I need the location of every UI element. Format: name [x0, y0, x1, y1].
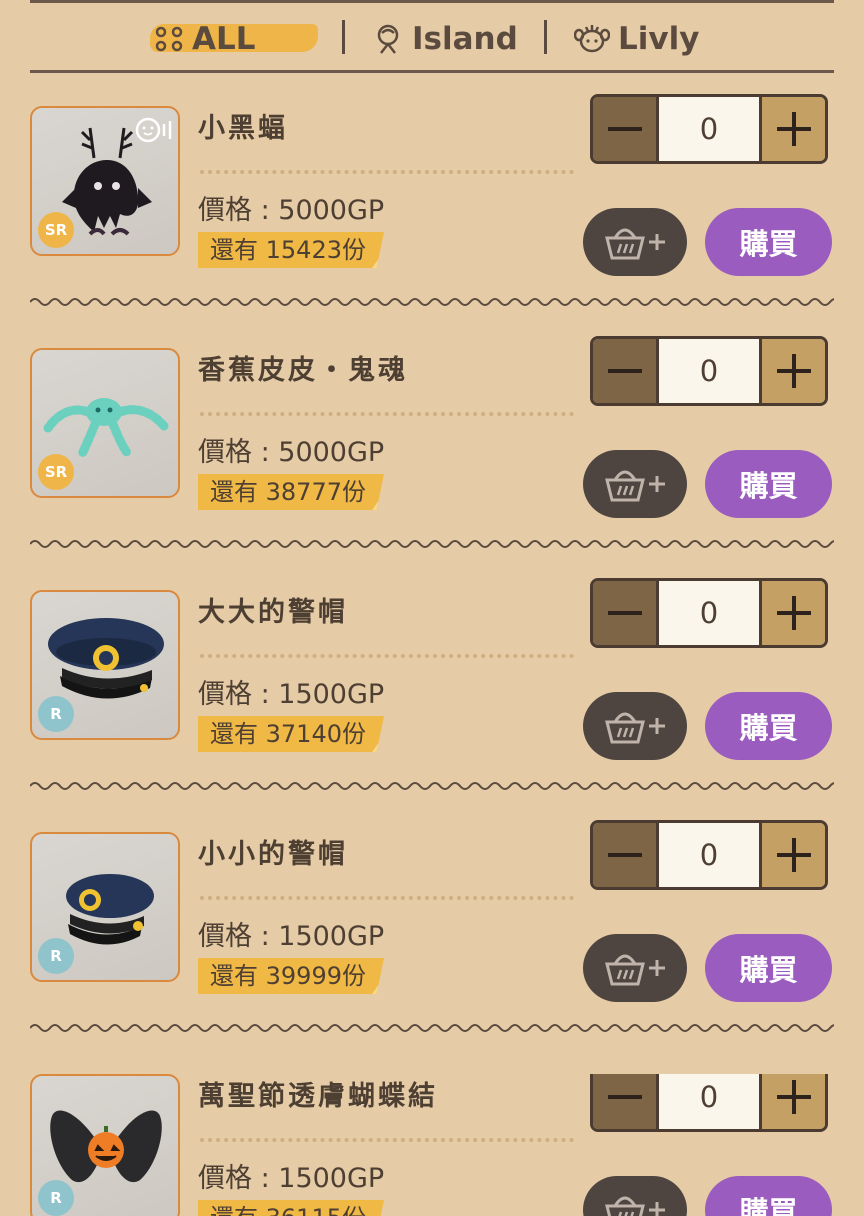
island-icon [377, 24, 399, 54]
increment-button[interactable] [759, 823, 825, 887]
item-stock: 還有 15423份 [198, 232, 384, 268]
tab-livly-label: Livly [618, 21, 700, 57]
basket-add-icon [605, 954, 665, 986]
buy-button[interactable]: 購買 [705, 934, 832, 1002]
quantity-stepper: 0 [590, 1074, 828, 1132]
plus-icon [776, 354, 811, 388]
item-stock: 還有 39999份 [198, 958, 384, 994]
rarity-badge: R [38, 1180, 74, 1216]
decrement-button[interactable] [593, 823, 659, 887]
rarity-badge: SR [38, 454, 74, 490]
quantity-stepper: 0 [590, 578, 828, 648]
tab-all-label: ALL [192, 21, 256, 57]
item-stock: 還有 38777份 [198, 474, 384, 510]
add-to-cart-button[interactable] [583, 692, 687, 760]
tab-livly[interactable]: Livly [574, 14, 699, 64]
wavy-divider [30, 540, 834, 548]
item-thumbnail[interactable]: R [30, 832, 180, 982]
buy-button[interactable]: 購買 [705, 692, 832, 760]
dotted-divider [200, 896, 574, 900]
add-to-cart-button[interactable] [583, 208, 687, 276]
add-to-cart-button[interactable] [583, 934, 687, 1002]
plus-icon [776, 596, 811, 630]
basket-add-icon [605, 712, 665, 744]
buy-button[interactable]: 購買 [705, 208, 832, 276]
increment-button[interactable] [759, 1074, 825, 1129]
item-name: 小黑蝠 [198, 113, 288, 144]
item-price: 價格 : 1500GP [198, 1163, 385, 1194]
shop-item: SR 香蕉皮皮・鬼魂 價格 : 5000GP 還有 38777份 0 購買 [0, 336, 864, 590]
increment-button[interactable] [759, 97, 825, 161]
quantity-stepper: 0 [590, 820, 828, 890]
livly-icon [574, 25, 610, 53]
item-thumbnail[interactable]: R [30, 590, 180, 740]
shop-item: R 大大的警帽 價格 : 1500GP 還有 37140份 0 購買 [0, 578, 864, 832]
wavy-divider [30, 782, 834, 790]
minus-icon [607, 853, 642, 857]
sound-icon[interactable] [134, 116, 174, 144]
plus-icon [776, 1080, 811, 1114]
item-stock: 還有 36115份 [198, 1200, 384, 1216]
item-stock: 還有 37140份 [198, 716, 384, 752]
basket-add-icon [605, 228, 665, 260]
dotted-divider [200, 412, 574, 416]
add-to-cart-button[interactable] [583, 450, 687, 518]
quantity-value[interactable]: 0 [659, 1074, 759, 1129]
category-tabs: ALL Island Livly [30, 14, 834, 66]
minus-icon [607, 611, 642, 615]
quantity-value[interactable]: 0 [659, 823, 759, 887]
decrement-button[interactable] [593, 339, 659, 403]
quantity-value[interactable]: 0 [659, 339, 759, 403]
quantity-stepper: 0 [590, 336, 828, 406]
buy-button[interactable]: 購買 [705, 1176, 832, 1216]
item-thumbnail[interactable]: SR [30, 106, 180, 256]
dotted-divider [200, 654, 574, 658]
minus-icon [607, 1095, 642, 1099]
item-price: 價格 : 5000GP [198, 437, 385, 468]
plus-icon [776, 838, 811, 872]
tab-separator [544, 20, 547, 54]
item-name: 大大的警帽 [198, 597, 348, 628]
wavy-divider [30, 1024, 834, 1032]
decrement-button[interactable] [593, 581, 659, 645]
rarity-badge: R [38, 938, 74, 974]
item-name: 萬聖節透膚蝴蝶結 [198, 1081, 438, 1112]
dotted-divider [200, 170, 574, 174]
increment-button[interactable] [759, 581, 825, 645]
basket-add-icon [605, 1196, 665, 1216]
decrement-button[interactable] [593, 97, 659, 161]
quantity-stepper: 0 [590, 94, 828, 164]
quantity-value[interactable]: 0 [659, 97, 759, 161]
tab-island[interactable]: Island [372, 14, 518, 64]
add-to-cart-button[interactable] [583, 1176, 687, 1216]
item-price: 價格 : 5000GP [198, 195, 385, 226]
tab-island-label: Island [412, 21, 518, 57]
shop-item: R 萬聖節透膚蝴蝶結 價格 : 1500GP 還有 36115份 0 購買 [0, 1074, 864, 1216]
item-price: 價格 : 1500GP [198, 679, 385, 710]
tab-all[interactable]: ALL [150, 14, 318, 64]
decrement-button[interactable] [593, 1074, 659, 1129]
dotted-divider [200, 1138, 574, 1142]
item-thumbnail[interactable]: SR [30, 348, 180, 498]
item-name: 小小的警帽 [198, 839, 348, 870]
plus-icon [776, 112, 811, 146]
rarity-badge: R [38, 696, 74, 732]
shop-item: R 小小的警帽 價格 : 1500GP 還有 39999份 0 購買 [0, 820, 864, 1074]
tab-separator [342, 20, 345, 54]
rarity-badge: SR [38, 212, 74, 248]
top-divider [30, 0, 834, 3]
item-price: 價格 : 1500GP [198, 921, 385, 952]
dots-icon [155, 26, 183, 52]
quantity-value[interactable]: 0 [659, 581, 759, 645]
tabs-divider [30, 70, 834, 73]
buy-button[interactable]: 購買 [705, 450, 832, 518]
basket-add-icon [605, 470, 665, 502]
minus-icon [607, 369, 642, 373]
shop-item: SR 小黑蝠 價格 : 5000GP 還有 15423份 0 購買 [0, 94, 864, 348]
increment-button[interactable] [759, 339, 825, 403]
item-thumbnail[interactable]: R [30, 1074, 180, 1216]
item-name: 香蕉皮皮・鬼魂 [198, 355, 408, 386]
minus-icon [607, 127, 642, 131]
wavy-divider [30, 298, 834, 306]
